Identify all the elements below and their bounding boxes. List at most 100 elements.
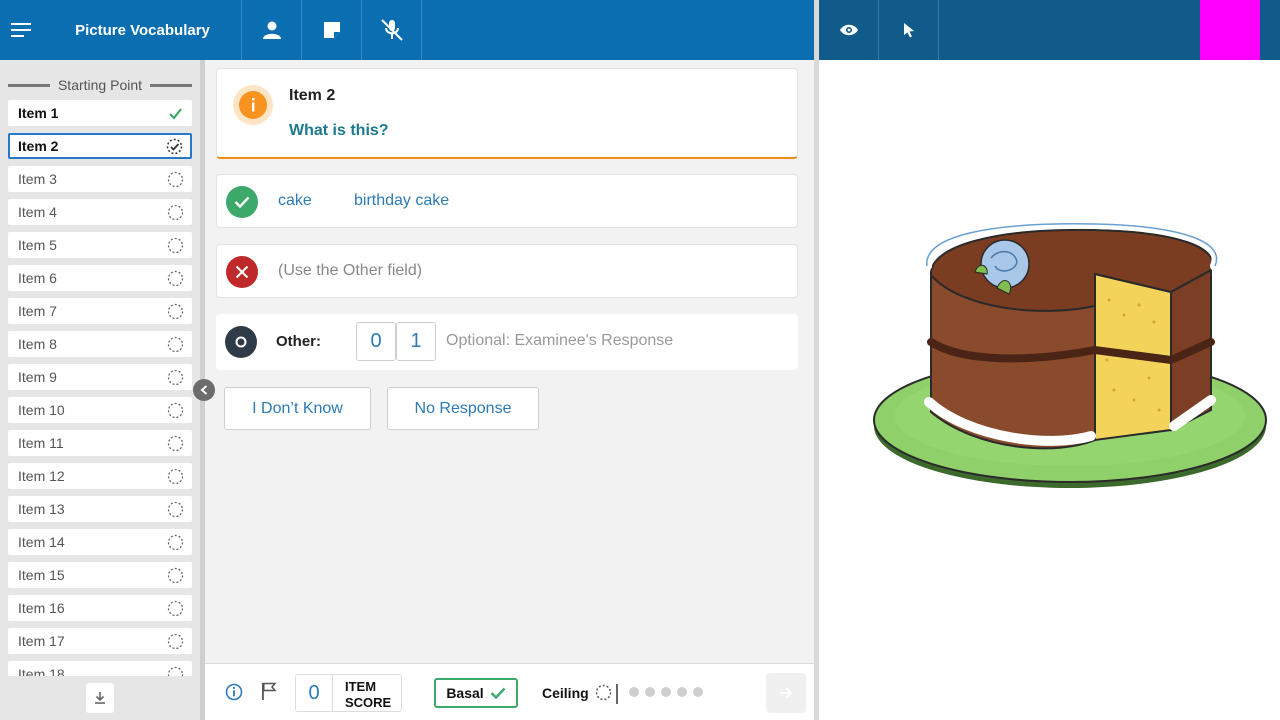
pending-icon [167,567,184,583]
sidebar-item[interactable]: Item 6 [8,265,192,291]
other-response-row: Other: 0 1 [216,314,798,370]
pending-icon [595,684,611,701]
status-separator [616,684,618,704]
sidebar-item[interactable]: Item 15 [8,562,192,588]
sidebar-item[interactable]: Item 3 [8,166,192,192]
correct-button[interactable] [226,186,258,218]
scoring-panel: Item 2 What is this? cake birthday cake … [205,60,814,663]
menu-button[interactable] [0,0,44,60]
menu-icon [11,23,31,37]
other-score-0[interactable]: 0 [356,322,396,361]
correct-response-option[interactable]: birthday cake [354,192,449,210]
preview-button[interactable] [819,0,879,60]
sidebar-item-label: Item 16 [18,600,65,616]
sidebar-item[interactable]: Item 4 [8,199,192,225]
incorrect-button[interactable] [226,256,258,288]
item-title: Item 2 [289,87,336,104]
sidebar-item-label: Item 14 [18,534,65,550]
circle-icon [235,336,247,348]
pending-icon [167,270,184,286]
collapse-sidebar-button[interactable] [193,379,215,401]
progress-dots [629,687,703,697]
divider-line [8,83,50,87]
notes-button[interactable] [302,0,362,60]
sidebar-item[interactable]: Item 18 [8,661,192,676]
starting-point-marker: Starting Point [0,70,200,100]
other-button[interactable] [225,326,257,358]
sidebar-item[interactable]: Item 14 [8,529,192,555]
pending-icon [167,303,184,319]
scroll-down-button[interactable] [86,683,114,713]
sidebar-item[interactable]: Item 1 [8,100,192,126]
sidebar-item[interactable]: Item 12 [8,463,192,489]
sidebar-item[interactable]: Item 11 [8,430,192,456]
sidebar-item-label: Item 17 [18,633,65,649]
sidebar-item-label: Item 7 [18,303,57,319]
pending-icon [167,171,184,187]
sidebar-item[interactable]: Item 2 [8,133,192,159]
sidebar-item[interactable]: Item 8 [8,331,192,357]
note-icon [323,22,340,38]
examinee-response-input[interactable] [446,332,786,350]
item-score-label: ITEM SCORE [332,674,402,712]
pending-icon [167,402,184,418]
sidebar-item-label: Item 15 [18,567,65,583]
info-icon [252,98,255,112]
pointer-icon [903,23,914,38]
sidebar-item-label: Item 9 [18,369,57,385]
sidebar-item[interactable]: Item 17 [8,628,192,654]
mic-toggle-button[interactable] [362,0,422,60]
arrow-right-icon [780,687,793,699]
ceiling-label: Ceiling [542,684,589,701]
sidebar-item[interactable]: Item 16 [8,595,192,621]
progress-dot [661,687,671,697]
pending-icon [167,237,184,253]
incorrect-responses-row: (Use the Other field) [216,244,798,298]
sidebar-item-label: Item 13 [18,501,65,517]
pending-icon [167,336,184,352]
bottom-bar: 0 ITEM SCORE Basal Ceiling [205,663,814,720]
item-card: Item 2 What is this? [216,68,798,159]
correct-response-option[interactable]: cake [278,192,312,210]
pointer-button[interactable] [879,0,939,60]
sidebar-item-label: Item 6 [18,270,57,286]
sidebar-item[interactable]: Item 13 [8,496,192,522]
sidebar-item-label: Item 11 [18,435,64,451]
person-icon [262,21,281,39]
color-block [1200,0,1260,60]
check-icon [169,107,182,120]
sidebar-item[interactable]: Item 7 [8,298,192,324]
item-score-label-line: SCORE [345,695,392,710]
dont-know-button[interactable]: I Don’t Know [224,387,371,430]
correct-responses-row: cake birthday cake [216,174,798,228]
sidebar-item[interactable]: Item 5 [8,232,192,258]
pending-icon [167,468,184,484]
pending-icon [167,534,184,550]
check-icon [234,196,250,208]
test-title: Picture Vocabulary [44,0,242,60]
info-badge [233,85,273,125]
sidebar-item[interactable]: Item 9 [8,364,192,390]
sidebar-item-label: Item 10 [18,402,65,418]
cake-image [873,218,1267,488]
pending-icon [167,633,184,649]
next-item-button[interactable] [766,673,806,713]
other-score-1[interactable]: 1 [396,322,436,361]
item-score-value: 0 [295,674,333,712]
sidebar-item[interactable]: Item 10 [8,397,192,423]
check-icon [490,687,506,699]
sidebar-item-label: Item 1 [18,105,59,121]
download-icon [95,692,105,704]
other-label: Other: [276,333,321,350]
sidebar-item-label: Item 2 [18,138,59,154]
pending-icon [167,369,184,385]
info-icon[interactable] [225,683,243,701]
flag-icon[interactable] [261,682,277,700]
progress-dot [677,687,687,697]
basal-status: Basal [434,678,518,708]
progress-dot [693,687,703,697]
sidebar-item-label: Item 4 [18,204,57,220]
divider-line [150,83,192,87]
examinee-button[interactable] [242,0,302,60]
no-response-button[interactable]: No Response [387,387,539,430]
